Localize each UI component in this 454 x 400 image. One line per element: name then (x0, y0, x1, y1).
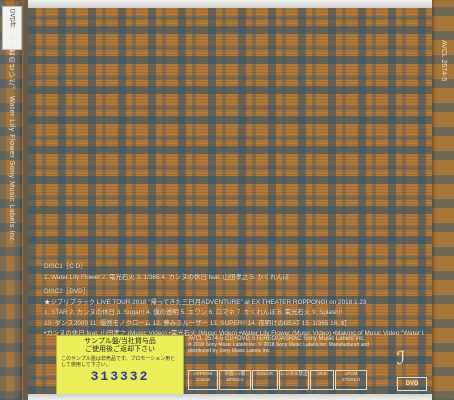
aspect-box: 16:9 (310, 370, 334, 390)
sticker-return-notice: ご使用後ご返却下さい (85, 346, 155, 353)
label-logo-icon: ℐ (396, 348, 406, 369)
sample-disc-sticker: サンプル盤/当社貸与品 ご使用後ご返却下さい このサンプル盤は非売品です。プロモ… (56, 335, 184, 396)
disc2-live-title: ★ジブリブラック LIVE TOUR 2018 "帰ってきた三日月ADVENTU… (44, 298, 367, 306)
disc2-heading: DISC2［DVD］ (44, 288, 90, 295)
sticker-note: このサンプル盤は非売品です。プロモーション用として使用して下さい。 (61, 356, 176, 368)
left-spine: DVD付 ぜんぶ君のせいだ。 Water Lily Flower Sony Mu… (0, 0, 22, 400)
disc1-tracks: 1. Water Lily Flower 2. 電光石火 3. 1/365 4.… (44, 273, 290, 281)
spine-title: ぜんぶ君のせいだ。 Water Lily Flower Sony Music L… (8, 26, 15, 244)
sticker-title: サンプル盤/当社貸与品 (84, 338, 156, 345)
right-spine-catalog: AVCL 2574-5 (440, 40, 447, 82)
disc2-tracks-row-2: 10. ダンス2000 11. 優然モノクローム 12. 夢みるルーザー 13.… (44, 319, 348, 327)
cd-case-back: DVD付 ぜんぶ君のせいだ。 Water Lily Flower Sony Mu… (0, 0, 454, 400)
dvd-logo-icon: DVD (397, 377, 427, 391)
tracklist: DISC1［C D］ 1. Water Lily Flower 2. 電光石火 … (44, 262, 424, 340)
disc1-heading: DISC1［C D］ (44, 263, 87, 270)
audio-box: LPCM STEREO (335, 370, 367, 390)
rental-box: レンタル禁止 (279, 370, 309, 390)
legal-text: ℗ 2018 Sony Music Labels Inc. © 2018 Son… (188, 342, 370, 354)
sticker-code: 313332 (90, 369, 150, 384)
spine-sticker-label: DVD付 (8, 9, 15, 28)
format-box: 片面・2層 MPEG-2 (219, 370, 251, 390)
runtime-box: APPROX 103min (188, 370, 218, 390)
case-bottom-hinge (28, 394, 432, 400)
disc2-tracks-row-1: 1. STAR 2. カンヌの休日 3. Sugar!! 4. 僕の透明 5. … (44, 309, 343, 316)
color-box: COLOR (252, 370, 278, 390)
case-top-hinge (28, 0, 432, 8)
